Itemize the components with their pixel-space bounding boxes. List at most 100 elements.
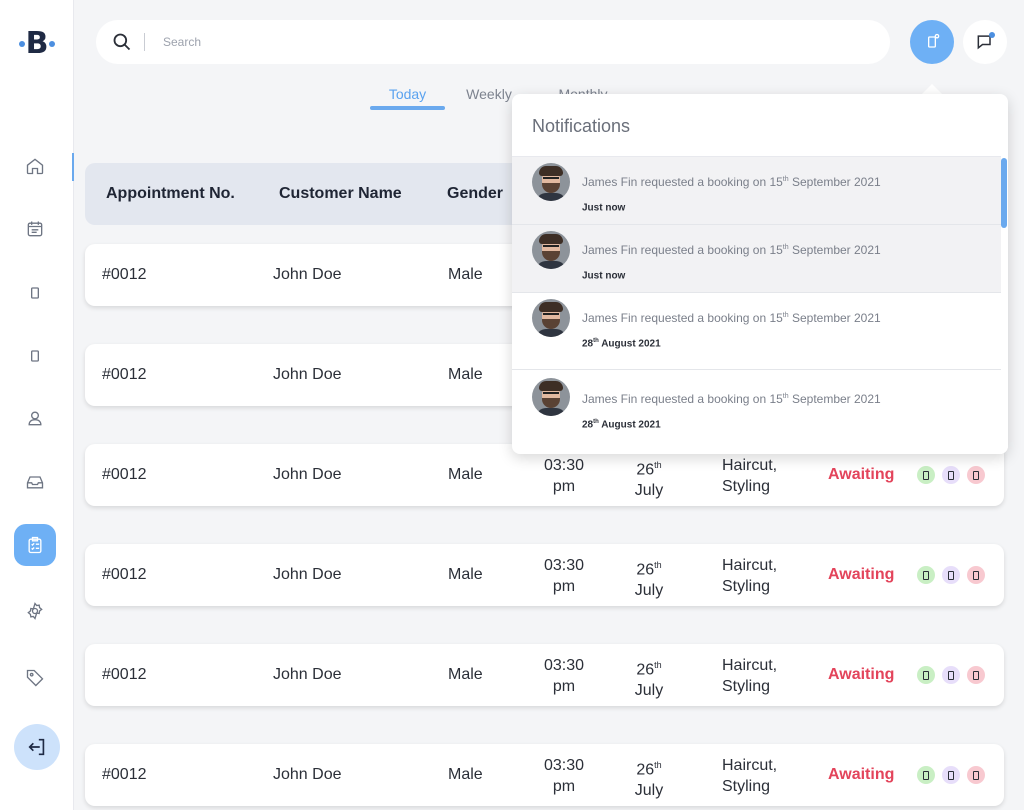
notification-time-main: 28 (582, 419, 594, 431)
delete-button[interactable] (967, 666, 985, 684)
search-input[interactable] (163, 35, 763, 49)
accept-button[interactable] (917, 766, 935, 784)
status-badge: Awaiting (828, 766, 895, 783)
notification-item[interactable]: James Fin requested a booking on 15th Se… (512, 225, 1001, 293)
edit-button[interactable] (942, 466, 960, 484)
notification-text-rest: September 2021 (788, 311, 881, 325)
notification-time: 28th August 2021 (582, 419, 661, 430)
notifications-caret (922, 84, 942, 94)
delete-icon (973, 770, 979, 780)
sidebar-item-inbox[interactable] (14, 461, 56, 503)
delete-button[interactable] (967, 466, 985, 484)
avatar (532, 378, 570, 416)
phone-icon (31, 287, 39, 299)
row-actions (917, 566, 985, 584)
clipboard-icon (28, 536, 42, 554)
accept-button[interactable] (917, 566, 935, 584)
date-month: July (634, 682, 664, 700)
table-row[interactable]: #0012 John Doe Male 03:30 pm 26th July Hai… (85, 544, 1004, 606)
appointment-number: #0012 (102, 466, 147, 483)
edit-icon (948, 670, 954, 680)
appointment-number: #0012 (102, 766, 147, 783)
edit-icon (948, 570, 954, 580)
appointment-date: 26th July (625, 755, 673, 801)
table-row[interactable]: #0012 John Doe Male 03:30 pm 26th July Hai… (85, 644, 1004, 706)
chat-button[interactable] (963, 20, 1007, 64)
time-value: 03:30 (543, 657, 585, 674)
notification-text-rest: September 2021 (788, 175, 881, 189)
time-period: pm (552, 578, 576, 595)
header-customer-name: Customer Name (279, 185, 402, 202)
date-day: 26 (636, 461, 655, 479)
date-day-suffix: th (654, 760, 662, 770)
brand-logo[interactable]: B (15, 24, 59, 64)
appointment-number: #0012 (102, 366, 147, 383)
service-2: Styling (722, 678, 771, 695)
chat-unread-dot (989, 32, 995, 38)
home-icon (26, 158, 44, 175)
notification-item[interactable]: James Fin requested a booking on 15th Se… (512, 157, 1001, 225)
accept-button[interactable] (917, 666, 935, 684)
services: Haircut, Styling (722, 555, 777, 597)
edit-button[interactable] (942, 666, 960, 684)
tab-today[interactable]: Today (370, 84, 445, 110)
row-actions (917, 666, 985, 684)
date-month: July (634, 482, 664, 500)
tablet-icon (31, 350, 39, 362)
inbox-icon (26, 476, 44, 489)
edit-button[interactable] (942, 766, 960, 784)
user-icon (28, 411, 42, 426)
sidebar-item-users[interactable] (14, 397, 56, 439)
accept-icon (923, 570, 929, 580)
sidebar-item-appointments[interactable] (14, 524, 56, 566)
edit-icon (948, 470, 954, 480)
status-badge: Awaiting (828, 666, 895, 683)
search-icon[interactable] (112, 32, 132, 52)
notification-time: 28th August 2021 (582, 338, 661, 349)
customer-name: John Doe (273, 666, 342, 683)
delete-button[interactable] (967, 766, 985, 784)
table-row[interactable]: #0012 John Doe Male 03:30 pm 26th July Hai… (85, 744, 1004, 806)
sidebar-item-calendar[interactable] (14, 208, 56, 250)
gender: Male (448, 766, 483, 783)
notification-button[interactable] (910, 20, 954, 64)
notification-time-rest: August 2021 (598, 419, 661, 431)
tag-icon (26, 669, 44, 687)
logo-dot-left (18, 41, 25, 47)
service-1: Haircut, (722, 457, 778, 474)
notification-text-main: James Fin requested a booking on 15 (582, 311, 783, 325)
time-period: pm (552, 778, 576, 795)
sidebar-item-tablet[interactable] (14, 335, 56, 377)
service-1: Haircut, (722, 557, 778, 574)
notifications-list[interactable]: James Fin requested a booking on 15th Se… (512, 156, 1008, 454)
delete-icon (973, 470, 979, 480)
gender: Male (448, 566, 483, 583)
edit-button[interactable] (942, 566, 960, 584)
scrollbar-thumb[interactable] (1001, 158, 1007, 228)
notification-item[interactable]: James Fin requested a booking on 15th Se… (512, 293, 1001, 370)
logout-button[interactable] (14, 724, 60, 770)
accept-button[interactable] (917, 466, 935, 484)
sidebar-item-phone[interactable] (14, 272, 56, 314)
row-actions (917, 766, 985, 784)
sidebar-item-home[interactable] (14, 145, 56, 187)
logo-dot-right (49, 41, 56, 47)
search-bar (96, 20, 890, 64)
settings-icon (27, 602, 43, 620)
service-2: Styling (722, 478, 771, 495)
gender: Male (448, 366, 483, 383)
appointment-date: 26th July (625, 655, 673, 701)
notification-item[interactable]: James Fin requested a booking on 15th Se… (512, 370, 1001, 454)
delete-button[interactable] (967, 566, 985, 584)
appointment-number: #0012 (102, 266, 147, 283)
logo-letter: B (25, 26, 49, 61)
appointment-time: 03:30 pm (533, 755, 595, 797)
notifications-scrollbar[interactable] (1001, 156, 1008, 454)
sidebar-item-tags[interactable] (14, 657, 56, 699)
sidebar-item-settings[interactable] (14, 590, 56, 632)
notification-text: James Fin requested a booking on 15th Se… (582, 311, 881, 325)
notification-time: Just now (582, 270, 625, 281)
header-appointment-no: Appointment No. (106, 185, 235, 202)
time-period: pm (552, 478, 576, 495)
notification-time-main: Just now (582, 202, 626, 214)
